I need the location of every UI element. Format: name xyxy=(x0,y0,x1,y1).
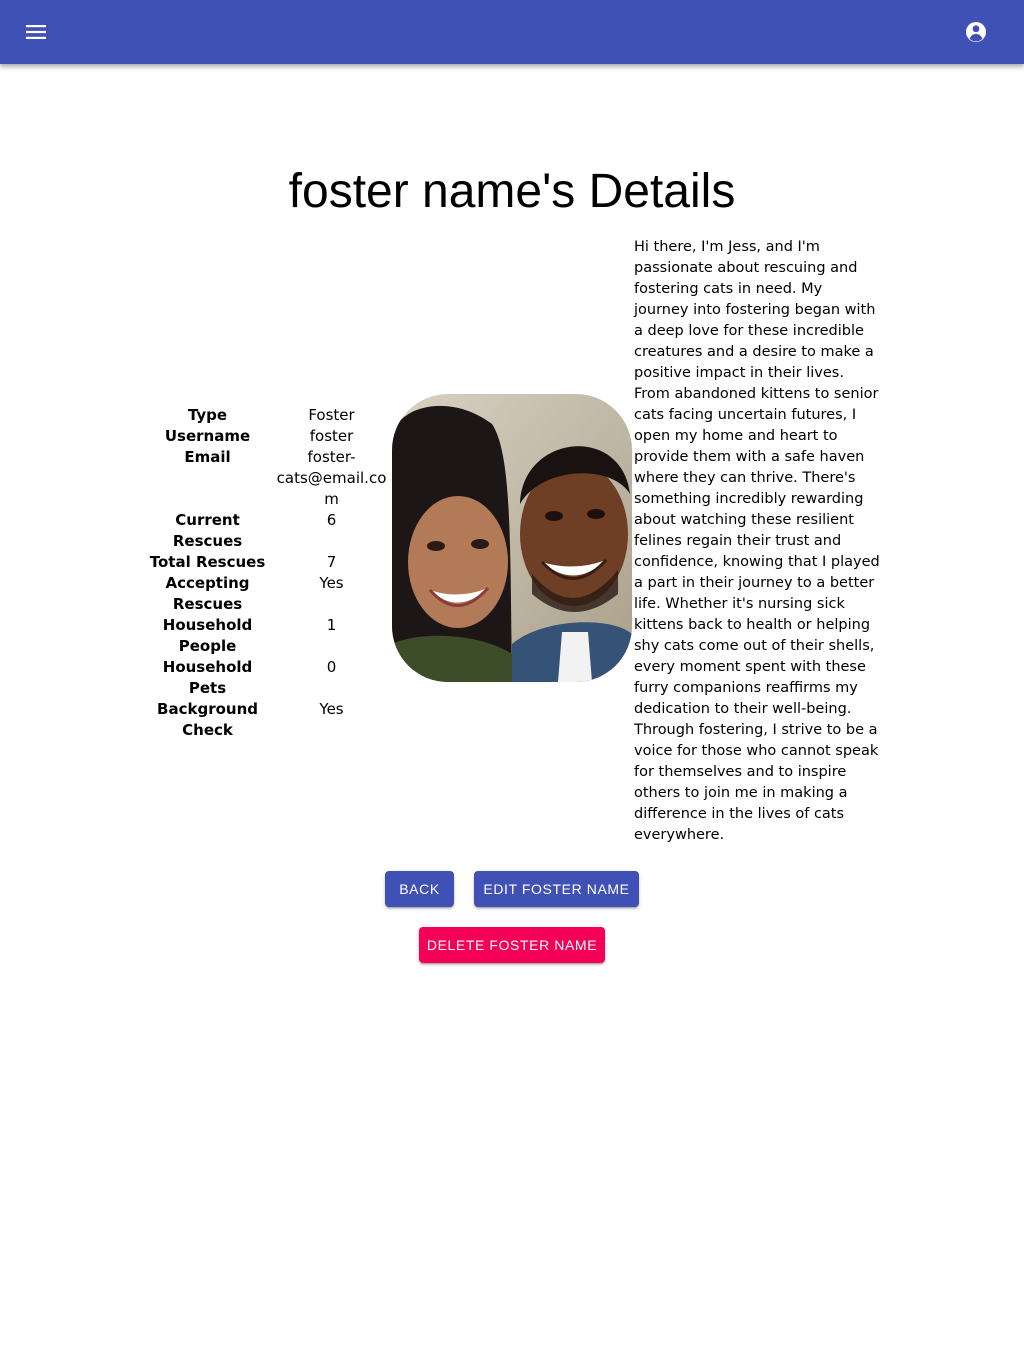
details-table: Type Foster Username foster Email foster… xyxy=(142,405,390,741)
foster-photo xyxy=(392,394,632,682)
menu-button[interactable] xyxy=(20,16,52,48)
detail-value: Yes xyxy=(319,574,344,592)
detail-label: Email xyxy=(184,448,231,466)
detail-label: Username xyxy=(164,427,251,445)
detail-value: Yes xyxy=(319,700,344,718)
delete-foster-button[interactable]: DELETE FOSTER NAME xyxy=(419,927,605,963)
detail-value: foster xyxy=(309,427,354,445)
detail-value: 0 xyxy=(326,658,337,676)
detail-label: Background Check xyxy=(157,700,258,739)
detail-value: 1 xyxy=(326,616,337,634)
menu-icon xyxy=(26,25,46,39)
table-row: Type Foster xyxy=(142,405,390,426)
detail-label: Current Rescues xyxy=(172,511,243,550)
app-bar xyxy=(0,0,1024,64)
edit-foster-button[interactable]: EDIT FOSTER NAME xyxy=(474,871,639,907)
table-row: Background Check Yes xyxy=(142,699,390,741)
foster-bio: Hi there, I'm Jess, and I'm passionate a… xyxy=(634,239,880,843)
back-button[interactable]: BACK xyxy=(385,871,454,907)
detail-label: Type xyxy=(187,406,228,424)
table-row: Username foster xyxy=(142,426,390,447)
table-row: Current Rescues 6 xyxy=(142,510,390,552)
detail-value: Foster xyxy=(308,406,355,424)
table-row: Total Rescues 7 xyxy=(142,552,390,573)
detail-label: Accepting Rescues xyxy=(165,574,250,613)
table-row: Household Pets 0 xyxy=(142,657,390,699)
detail-label: Household People xyxy=(162,616,253,655)
table-row: Accepting Rescues Yes xyxy=(142,573,390,615)
account-circle-icon xyxy=(966,22,986,42)
detail-value: 6 xyxy=(326,511,337,529)
detail-label: Total Rescues xyxy=(149,553,266,571)
page-title: foster name's Details xyxy=(288,165,736,218)
table-row: Household People 1 xyxy=(142,615,390,657)
table-row: Email foster-cats@email.com xyxy=(142,447,390,510)
detail-label: Household Pets xyxy=(162,658,253,697)
detail-value: 7 xyxy=(326,553,337,571)
detail-value: foster-cats@email.com xyxy=(276,448,387,508)
account-button[interactable] xyxy=(960,16,992,48)
